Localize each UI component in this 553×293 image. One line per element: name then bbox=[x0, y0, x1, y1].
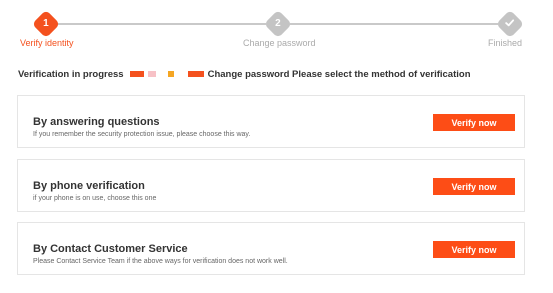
method-card-customer-service: By Contact Customer Service Please Conta… bbox=[17, 222, 525, 275]
verify-now-button[interactable]: Verify now bbox=[433, 114, 515, 131]
step-2-number: 2 bbox=[275, 18, 281, 29]
step-3-label: Finished bbox=[487, 38, 522, 48]
check-icon bbox=[505, 18, 515, 31]
method-title: By answering questions bbox=[33, 116, 160, 128]
step-3-marker bbox=[495, 9, 525, 39]
progress-stepper: 1 2 Verify identity Change password Fini… bbox=[0, 0, 553, 60]
step-1-number: 1 bbox=[43, 18, 49, 29]
verify-now-button[interactable]: Verify now bbox=[433, 178, 515, 195]
verification-status: Verification in progress Change password… bbox=[18, 67, 471, 81]
step-2-label: Change password bbox=[243, 38, 316, 48]
redacted-block bbox=[129, 71, 144, 77]
method-description: If you remember the security protection … bbox=[33, 131, 251, 138]
redacted-block bbox=[187, 71, 204, 77]
redacted-block bbox=[147, 71, 156, 77]
status-suffix: Change password Please select the method… bbox=[207, 68, 471, 80]
method-description: if your phone is on use, choose this one bbox=[33, 195, 157, 202]
step-connector bbox=[54, 23, 266, 25]
method-title: By Contact Customer Service bbox=[33, 243, 188, 255]
verify-now-button[interactable]: Verify now bbox=[433, 241, 515, 258]
redacted-block bbox=[167, 71, 174, 77]
method-description: Please Contact Service Team if the above… bbox=[33, 258, 288, 265]
method-card-phone: By phone verification if your phone is o… bbox=[17, 159, 525, 212]
step-1-label: Verify identity bbox=[20, 38, 74, 48]
step-connector bbox=[290, 23, 498, 25]
method-title: By phone verification bbox=[33, 180, 145, 192]
step-2-marker: 2 bbox=[263, 9, 293, 39]
method-card-questions: By answering questions If you remember t… bbox=[17, 95, 525, 148]
step-1-marker: 1 bbox=[31, 9, 61, 39]
status-prefix: Verification in progress bbox=[18, 68, 124, 80]
